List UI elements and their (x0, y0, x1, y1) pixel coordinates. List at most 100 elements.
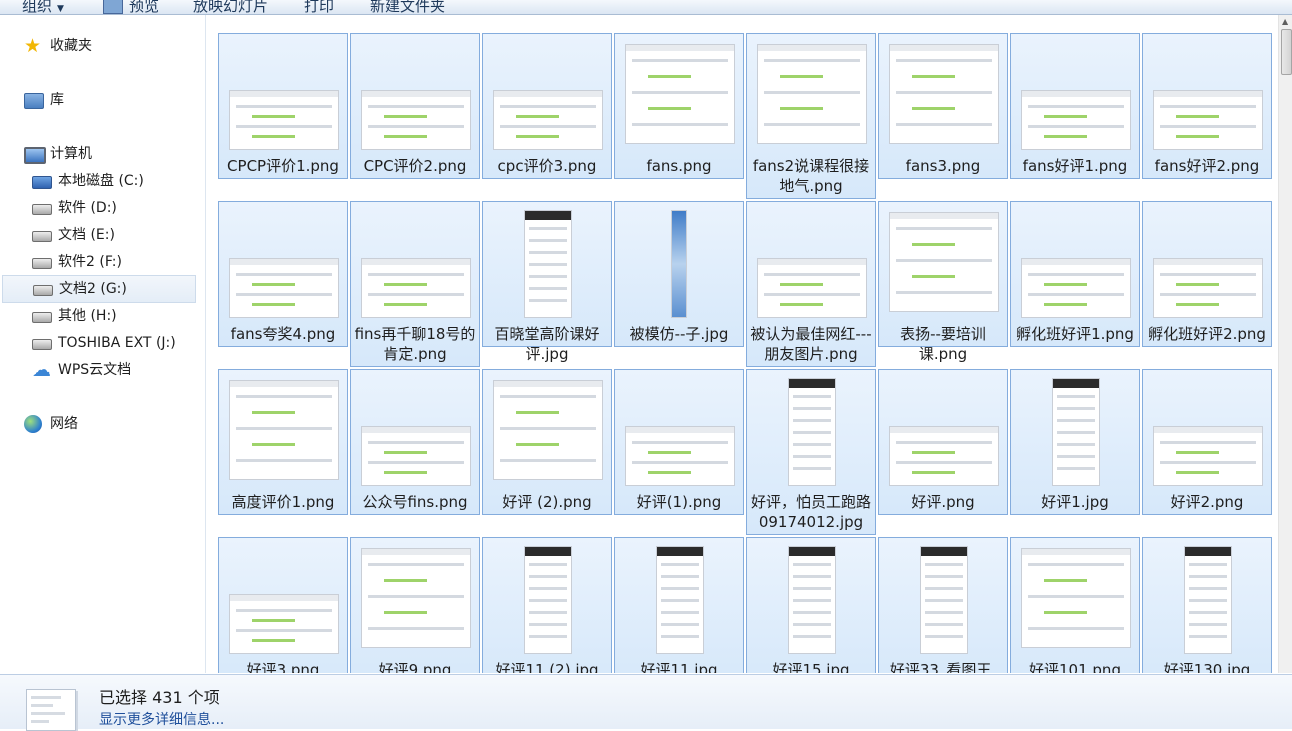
file-tile[interactable]: fins再千聊18号的肯定.png (350, 201, 480, 367)
file-tile[interactable]: CPCP评价1.png (218, 33, 348, 179)
file-thumbnail (361, 548, 471, 648)
file-tile[interactable]: 好评2.png (1142, 369, 1272, 515)
scroll-up-icon[interactable]: ▲ (1282, 17, 1288, 26)
show-more-details-link[interactable]: 显示更多详细信息... (99, 709, 224, 729)
file-name: 孵化班好评1.png (1016, 325, 1134, 343)
file-thumbnail (229, 594, 339, 654)
file-thumbnail (1021, 90, 1131, 150)
preview-button[interactable]: 预览 (103, 0, 159, 14)
nav-drive-item[interactable]: TOSHIBA EXT (J:) (32, 330, 197, 356)
nav-drive-item[interactable]: 其他 (H:) (32, 303, 197, 329)
new-folder-button[interactable]: 新建文件夹 (370, 0, 445, 14)
file-tile[interactable]: 百晓堂高阶课好评.jpg (482, 201, 612, 363)
file-name: 好评33_看图王. (889, 661, 997, 673)
file-tile[interactable]: 公众号fins.png (350, 369, 480, 515)
nav-drive-label: WPS云文档 (58, 362, 132, 378)
file-name: fans夸奖4.png (230, 325, 336, 343)
file-thumbnail (656, 546, 704, 654)
file-name: 好评130.jpg (1163, 661, 1251, 673)
file-name: 好评 (2).png (502, 493, 592, 511)
drive-icon (32, 339, 52, 350)
file-thumbnail (757, 44, 867, 144)
selection-count: 已选择 431 个项 (99, 688, 220, 707)
vertical-scrollbar[interactable]: ▲ (1278, 15, 1292, 673)
file-tile[interactable]: fans.png (614, 33, 744, 179)
file-name: 好评，怕员工跑路09174012.jpg (750, 493, 871, 531)
file-name: 好评(1).png (636, 493, 722, 511)
file-thumbnail (229, 380, 339, 480)
file-tile[interactable]: 好评130.jpg (1142, 537, 1272, 673)
nav-drive-item[interactable]: 本地磁盘 (C:) (32, 168, 197, 194)
print-button[interactable]: 打印 (304, 0, 334, 14)
nav-drive-label: 软件 (D:) (58, 200, 117, 216)
nav-libraries[interactable]: 库 (24, 87, 184, 113)
file-tile[interactable]: 被认为最佳网红---朋友图片.png (746, 201, 876, 367)
file-tile[interactable]: 好评11 (2).jpg (482, 537, 612, 673)
nav-drive-item[interactable]: 软件 (D:) (32, 195, 197, 221)
file-name: cpc评价3.png (497, 157, 597, 175)
file-tile[interactable]: 孵化班好评1.png (1010, 201, 1140, 347)
file-tile[interactable]: fans夸奖4.png (218, 201, 348, 347)
nav-computer[interactable]: 计算机 (24, 141, 184, 167)
file-tile[interactable]: fans好评1.png (1010, 33, 1140, 179)
file-tile[interactable]: 好评101.png (1010, 537, 1140, 673)
file-tile[interactable]: 被模仿--子.jpg (614, 201, 744, 347)
preview-icon (103, 0, 123, 14)
scrollbar-thumb[interactable] (1281, 29, 1292, 75)
file-name: 高度评价1.png (231, 493, 335, 511)
file-tile[interactable]: fans3.png (878, 33, 1008, 179)
file-tile[interactable]: 好评 (2).png (482, 369, 612, 515)
nav-network-label: 网络 (50, 416, 78, 432)
file-thumbnail (788, 546, 836, 654)
file-thumbnail (889, 44, 999, 144)
file-name: 孵化班好评2.png (1148, 325, 1266, 343)
cloud-icon: ☁ (32, 359, 51, 381)
nav-drive-label: 文档2 (G:) (59, 281, 127, 297)
file-name: 表扬--要培训课.png (900, 325, 986, 363)
file-tile[interactable]: 好评1.jpg (1010, 369, 1140, 515)
file-thumbnail (788, 378, 836, 486)
file-thumbnail (361, 258, 471, 318)
file-thumbnail (1021, 258, 1131, 318)
file-tile[interactable]: 好评33_看图王. (878, 537, 1008, 673)
selection-thumbnail (26, 689, 76, 731)
file-thumbnail (920, 546, 968, 654)
file-name: fans好评1.png (1022, 157, 1128, 175)
file-thumbnail (625, 426, 735, 486)
organize-button[interactable]: 组织 ▼ (22, 0, 64, 14)
system-drive-icon (32, 176, 52, 189)
file-tile[interactable]: cpc评价3.png (482, 33, 612, 179)
file-tile[interactable]: 好评9.png (350, 537, 480, 673)
file-thumbnail (524, 546, 572, 654)
nav-drive-label: 本地磁盘 (C:) (58, 173, 144, 189)
details-pane: 已选择 431 个项 显示更多详细信息... (0, 674, 1292, 731)
file-tile[interactable]: 好评11.jpg (614, 537, 744, 673)
nav-favorites[interactable]: ★ 收藏夹 (24, 33, 184, 59)
file-tile[interactable]: 高度评价1.png (218, 369, 348, 515)
file-thumbnail (757, 258, 867, 318)
file-tile[interactable]: 好评.png (878, 369, 1008, 515)
file-tile[interactable]: 好评3.png (218, 537, 348, 673)
nav-drive-item[interactable]: ☁ WPS云文档 (32, 357, 197, 383)
file-tile[interactable]: CPC评价2.png (350, 33, 480, 179)
file-tile[interactable]: 好评(1).png (614, 369, 744, 515)
file-thumbnail (1052, 378, 1100, 486)
file-tile[interactable]: 表扬--要培训课.png (878, 201, 1008, 363)
file-tile[interactable]: 好评15.jpg (746, 537, 876, 673)
nav-favorites-label: 收藏夹 (50, 38, 92, 54)
file-tile[interactable]: fans2说课程很接地气.png (746, 33, 876, 199)
nav-drive-item[interactable]: 文档 (E:) (32, 222, 197, 248)
file-name: fans.png (646, 157, 712, 175)
file-tile[interactable]: fans好评2.png (1142, 33, 1272, 179)
computer-icon (24, 147, 46, 164)
file-thumbnail (361, 426, 471, 486)
nav-drive-item[interactable]: 文档2 (G:) (2, 275, 196, 303)
nav-drive-item[interactable]: 软件2 (F:) (32, 249, 197, 275)
file-tile[interactable]: 好评，怕员工跑路09174012.jpg (746, 369, 876, 535)
file-name: 好评101.png (1029, 661, 1121, 673)
slideshow-button[interactable]: 放映幻灯片 (193, 0, 268, 14)
file-tile[interactable]: 孵化班好评2.png (1142, 201, 1272, 347)
file-name: 好评11.jpg (640, 661, 718, 673)
nav-network[interactable]: 网络 (24, 411, 184, 437)
drive-icon (32, 312, 52, 323)
